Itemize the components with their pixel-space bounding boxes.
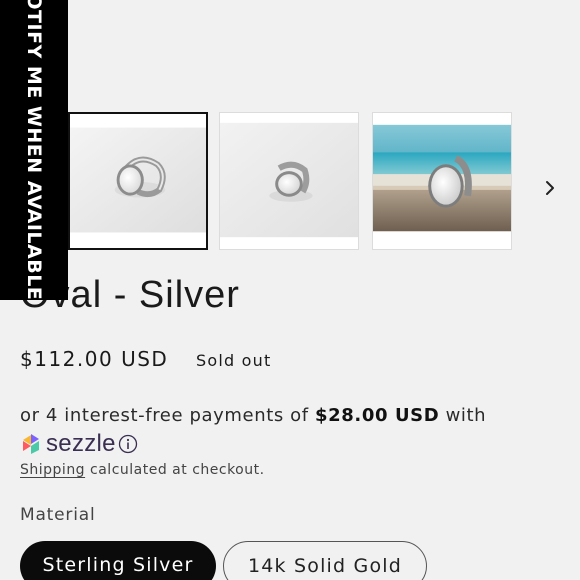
sezzle-logo-icon — [23, 434, 39, 454]
material-option-14k-solid-gold[interactable]: 14k Solid Gold — [223, 541, 427, 580]
product-thumbnail-1[interactable] — [68, 112, 208, 250]
installments-prefix: or 4 interest-free payments of — [20, 405, 316, 426]
installment-amount: $28.00 USD — [315, 405, 440, 426]
shipping-note: Shipping calculated at checkout. — [20, 462, 265, 478]
ring-beach-image — [373, 113, 511, 249]
shipping-link[interactable]: Shipping — [20, 462, 85, 478]
product-price: $112.00 USD — [20, 347, 169, 371]
ring-image — [220, 122, 358, 238]
product-page: NOTIFY ME WHEN AVAILABLE Oval - Silver $… — [0, 0, 580, 580]
gallery-next-button[interactable] — [538, 174, 562, 202]
sold-out-badge: Sold out — [196, 351, 272, 370]
ring-image — [70, 127, 206, 233]
notify-me-label: NOTIFY ME WHEN AVAILABLE — [23, 0, 45, 300]
notify-me-button[interactable]: NOTIFY ME WHEN AVAILABLE — [0, 0, 68, 300]
sezzle-widget: sezzle — [20, 430, 138, 457]
installments-text: or 4 interest-free payments of $28.00 US… — [20, 405, 486, 426]
chevron-right-icon — [546, 181, 554, 195]
material-label: Material — [20, 505, 96, 525]
material-option-sterling-silver[interactable]: Sterling Silver — [20, 541, 216, 580]
installments-suffix: with — [439, 405, 487, 426]
info-icon — [118, 434, 137, 454]
sezzle-brand: sezzle — [46, 430, 116, 457]
product-thumbnail-2[interactable] — [219, 112, 359, 250]
product-thumbnail-3[interactable] — [372, 112, 512, 250]
sezzle-info-button[interactable] — [118, 434, 138, 454]
shipping-rest: calculated at checkout. — [85, 462, 265, 478]
